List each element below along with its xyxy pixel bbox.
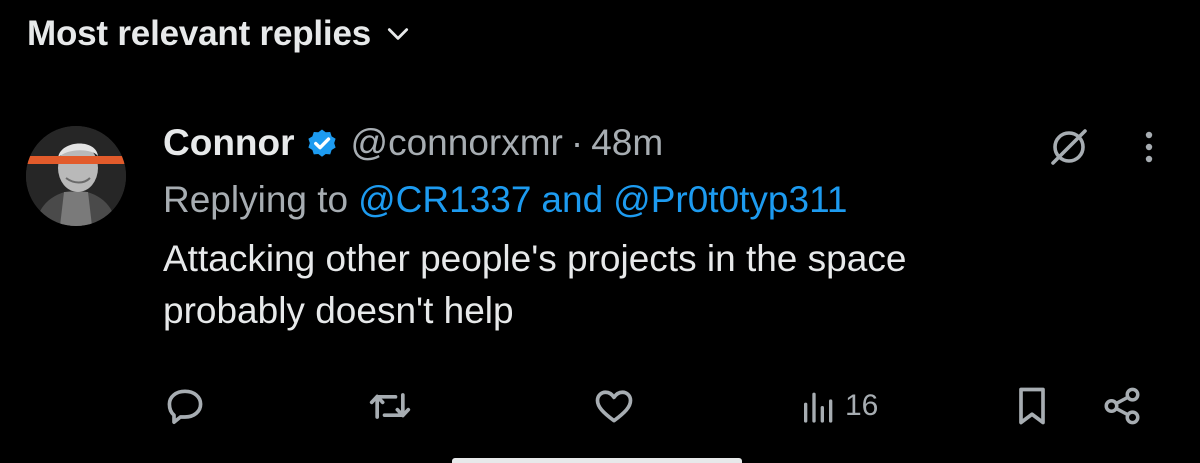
replying-to: Replying to @CR1337 and @Pr0t0typ311: [163, 171, 1173, 229]
views-button[interactable]: 16: [799, 383, 878, 429]
share-button[interactable]: [1101, 383, 1143, 429]
post-top-icons: [1047, 127, 1173, 167]
repost-button[interactable]: [367, 383, 413, 429]
author-name[interactable]: Connor: [163, 122, 295, 164]
home-indicator: [452, 458, 742, 463]
chevron-down-icon: [387, 28, 409, 40]
post-header: Connor @connorxmr · 48m: [163, 115, 1173, 171]
bookmark-button[interactable]: [1013, 383, 1051, 429]
share-icon: [1104, 387, 1140, 425]
author-handle[interactable]: @connorxmr: [351, 122, 563, 164]
like-button[interactable]: [591, 383, 637, 429]
verified-badge-icon: [307, 129, 336, 157]
separator-dot: ·: [570, 122, 584, 163]
reply-button[interactable]: [163, 383, 207, 429]
mention-link[interactable]: @Pr0t0typ311: [613, 179, 847, 221]
replying-to-label: Replying to: [163, 179, 349, 220]
post-timestamp[interactable]: 48m: [591, 122, 663, 164]
heart-icon: [595, 390, 633, 423]
post-text: Attacking other people's projects in the…: [163, 238, 907, 331]
more-options-icon[interactable]: [1139, 127, 1159, 167]
avatar[interactable]: [26, 126, 126, 226]
repost-icon: [369, 393, 411, 419]
grok-icon[interactable]: [1047, 125, 1091, 169]
mention-link[interactable]: @CR1337: [358, 179, 531, 221]
views-icon: [804, 392, 833, 423]
sort-label: Most relevant replies: [27, 14, 371, 53]
sort-replies-dropdown[interactable]: Most relevant replies: [27, 12, 411, 56]
reply-icon: [167, 389, 203, 424]
views-count: 16: [845, 389, 879, 422]
bookmark-icon: [1019, 387, 1045, 425]
avatar-image: [26, 126, 126, 226]
post-actions: 16: [163, 383, 1153, 429]
mention-joiner: and: [541, 179, 604, 220]
reply-post[interactable]: Connor @connorxmr · 48m Replying to @CR1…: [163, 115, 1173, 337]
